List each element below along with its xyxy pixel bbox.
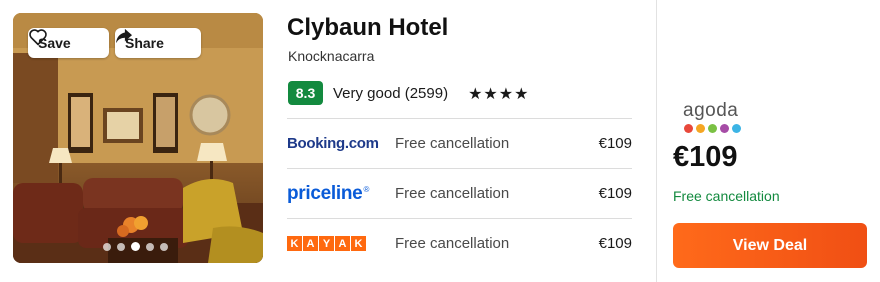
star-rating: ★★★★	[468, 83, 530, 103]
hotel-name[interactable]: Clybaun Hotel	[287, 14, 448, 42]
offer-cancellation: Free cancellation	[395, 135, 510, 152]
carousel-dot[interactable]	[117, 242, 125, 251]
agoda-logo: agoda	[683, 101, 741, 133]
priceline-logo: priceline ®	[287, 182, 370, 204]
featured-price: €109	[673, 141, 738, 173]
offers-list: Booking.com Free cancellation €109 price…	[287, 118, 632, 268]
share-button[interactable]: Share	[115, 28, 201, 58]
carousel-dot[interactable]	[160, 242, 168, 251]
offer-cancellation: Free cancellation	[395, 235, 510, 252]
hotel-result-card: Save Share Clybaun Hotel Knocknacarra 8.…	[0, 0, 880, 282]
carousel-dot[interactable]	[103, 242, 111, 251]
share-arrow-icon	[116, 28, 132, 44]
offer-row-booking[interactable]: Booking.com Free cancellation €109	[287, 118, 632, 168]
save-button[interactable]: Save	[28, 28, 109, 58]
hotel-location: Knocknacarra	[288, 48, 375, 64]
hotel-photo[interactable]: Save Share	[13, 13, 263, 263]
column-divider	[656, 0, 657, 282]
offer-price: €109	[598, 135, 632, 152]
view-deal-button[interactable]: View Deal	[673, 223, 867, 268]
carousel-dot-active[interactable]	[131, 242, 140, 251]
rating-badge: 8.3	[288, 81, 323, 105]
offer-row-kayak[interactable]: KAYAK Free cancellation €109	[287, 218, 632, 268]
offer-price: €109	[598, 235, 632, 252]
kayak-logo: KAYAK	[287, 232, 387, 256]
offer-cancellation: Free cancellation	[395, 185, 510, 202]
rating-row: 8.3 Very good (2599) ★★★★	[288, 81, 529, 105]
offer-price: €109	[598, 185, 632, 202]
booking-logo: Booking.com	[287, 135, 379, 152]
carousel-dot[interactable]	[146, 242, 154, 251]
carousel-dots	[103, 242, 168, 251]
offer-row-priceline[interactable]: priceline ® Free cancellation €109	[287, 168, 632, 218]
rating-text[interactable]: Very good (2599)	[333, 85, 448, 102]
heart-icon	[29, 29, 47, 46]
featured-cancellation: Free cancellation	[673, 188, 780, 204]
